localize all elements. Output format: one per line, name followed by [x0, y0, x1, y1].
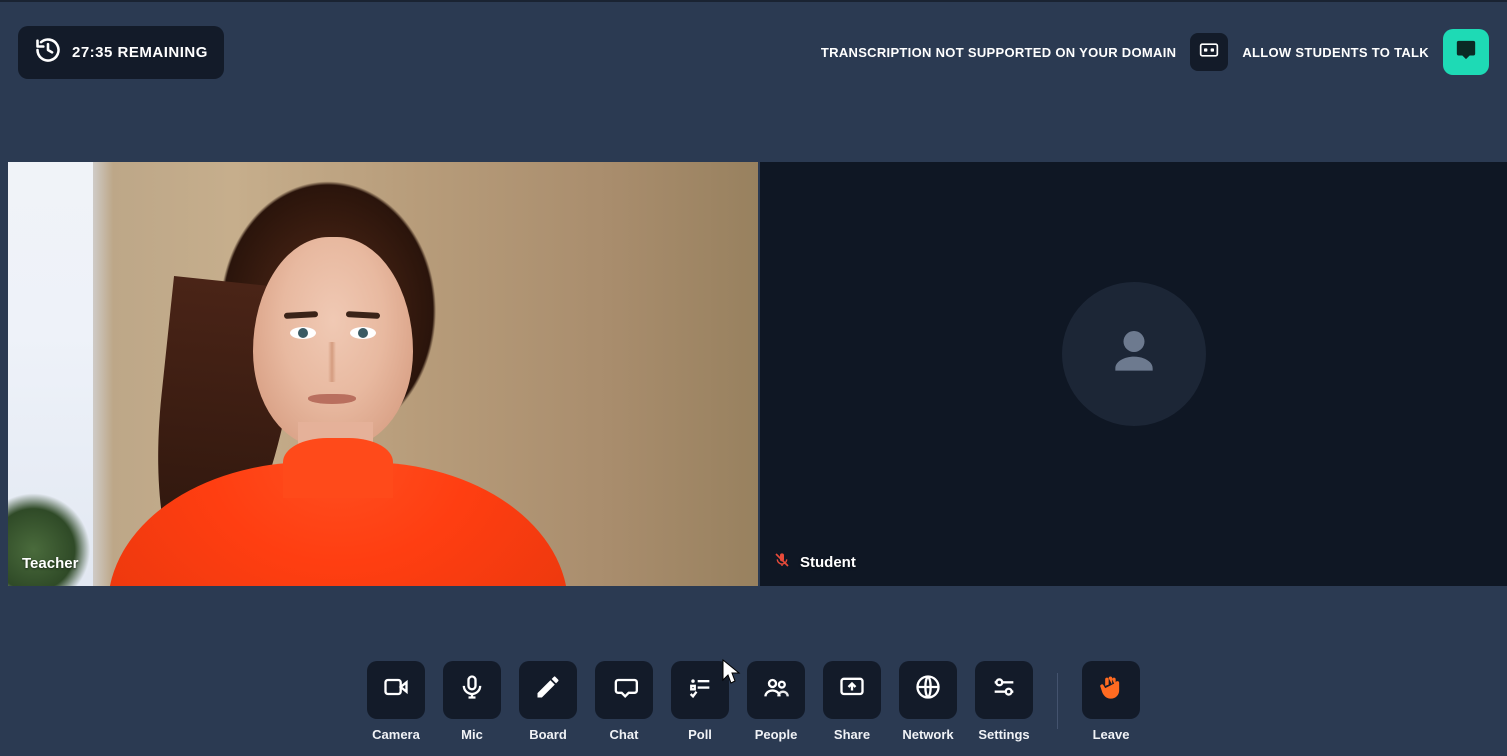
- tool-chat: Chat: [595, 661, 653, 742]
- poll-icon: [686, 673, 714, 706]
- tool-board: Board: [519, 661, 577, 742]
- leave-button[interactable]: [1082, 661, 1140, 719]
- mic-muted-icon: [774, 552, 790, 572]
- chat-icon: [610, 673, 638, 706]
- student-tile-label: Student: [774, 552, 856, 572]
- teacher-tile-label: Teacher: [22, 555, 78, 572]
- timer-pill[interactable]: 27:35 REMAINING: [18, 26, 224, 79]
- closed-caption-icon: [1199, 40, 1219, 65]
- clock-history-icon: [34, 36, 62, 69]
- share-button[interactable]: [823, 661, 881, 719]
- settings-label: Settings: [978, 727, 1029, 742]
- camera-icon: [382, 673, 410, 706]
- leave-label: Leave: [1093, 727, 1130, 742]
- tool-share: Share: [823, 661, 881, 742]
- network-icon: [914, 673, 942, 706]
- teacher-webcam-feed: [8, 162, 758, 586]
- tool-settings: Settings: [975, 661, 1033, 742]
- screen-share-icon: [838, 673, 866, 706]
- camera-button[interactable]: [367, 661, 425, 719]
- tool-mic: Mic: [443, 661, 501, 742]
- allow-students-toggle[interactable]: ALLOW STUDENTS TO TALK: [1242, 45, 1429, 60]
- board-button[interactable]: [519, 661, 577, 719]
- person-icon: [1106, 324, 1162, 385]
- microphone-icon: [458, 673, 486, 706]
- camera-label: Camera: [372, 727, 420, 742]
- settings-button[interactable]: [975, 661, 1033, 719]
- mic-label: Mic: [461, 727, 483, 742]
- tool-people: People: [747, 661, 805, 742]
- header-bar: 27:35 REMAINING TRANSCRIPTION NOT SUPPOR…: [0, 2, 1507, 102]
- student-avatar-placeholder: [1062, 282, 1206, 426]
- sliders-icon: [990, 673, 1018, 706]
- mic-button[interactable]: [443, 661, 501, 719]
- tool-leave: Leave: [1082, 661, 1140, 742]
- toolbar-divider: [1057, 673, 1058, 729]
- video-tile-teacher[interactable]: Teacher: [8, 162, 758, 586]
- chat-button[interactable]: [595, 661, 653, 719]
- people-icon: [762, 673, 790, 706]
- board-label: Board: [529, 727, 567, 742]
- network-label: Network: [902, 727, 953, 742]
- student-name: Student: [800, 554, 856, 571]
- share-label: Share: [834, 727, 870, 742]
- chat-bubble-icon: [1455, 39, 1477, 66]
- poll-button[interactable]: [671, 661, 729, 719]
- pencil-icon: [534, 673, 562, 706]
- video-stage: Teacher Student: [8, 162, 1507, 586]
- timer-text: 27:35 REMAINING: [72, 44, 208, 61]
- tool-camera: Camera: [367, 661, 425, 742]
- chat-label: Chat: [610, 727, 639, 742]
- people-button[interactable]: [747, 661, 805, 719]
- network-button[interactable]: [899, 661, 957, 719]
- wave-hand-icon: [1097, 673, 1125, 706]
- people-label: People: [755, 727, 798, 742]
- tool-network: Network: [899, 661, 957, 742]
- poll-label: Poll: [688, 727, 712, 742]
- bottom-toolbar: Camera Mic Board Chat Poll People: [0, 646, 1507, 756]
- teacher-name: Teacher: [22, 555, 78, 572]
- video-tile-student[interactable]: Student: [760, 162, 1507, 586]
- header-right: TRANSCRIPTION NOT SUPPORTED ON YOUR DOMA…: [821, 29, 1489, 75]
- tool-poll: Poll: [671, 661, 729, 742]
- open-chat-button[interactable]: [1443, 29, 1489, 75]
- transcription-warning: TRANSCRIPTION NOT SUPPORTED ON YOUR DOMA…: [821, 45, 1176, 60]
- closed-caption-button[interactable]: [1190, 33, 1228, 71]
